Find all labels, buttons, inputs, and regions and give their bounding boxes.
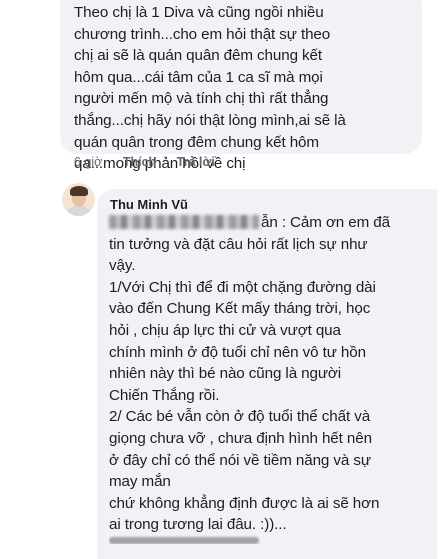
like-button[interactable]: Thích — [123, 155, 156, 169]
reply-author-avatar[interactable] — [62, 183, 95, 216]
comment-timestamp: 6 giờ — [74, 155, 103, 169]
redacted-name-suffix: ẫn — [261, 214, 278, 231]
comment-bubble: Theo chị là 1 Diva và cũng ngồi nhiều ch… — [60, 0, 422, 172]
avatar-hair — [70, 186, 88, 196]
truncated-line — [109, 535, 435, 544]
reply-body: : Cảm ơn em đã tin tưởng và đặt câu hỏi … — [109, 214, 390, 534]
reply-text: ẫn : Cảm ơn em đã tin tưởng và đặt câu h… — [109, 212, 435, 536]
avatar-image — [68, 206, 90, 216]
reply-bubble: Thu Minh Vũ ẫn : Cảm ơn em đã tin tưởng … — [97, 189, 437, 559]
comment-text: Theo chị là 1 Diva và cũng ngồi nhiều ch… — [74, 4, 346, 173]
reply-author-name[interactable]: Thu Minh Vũ — [110, 197, 188, 212]
comment-actions: 6 giờ Thích Trả lời — [74, 155, 232, 169]
reply-button[interactable]: Trả lời — [177, 155, 215, 169]
redacted-name — [109, 215, 259, 229]
